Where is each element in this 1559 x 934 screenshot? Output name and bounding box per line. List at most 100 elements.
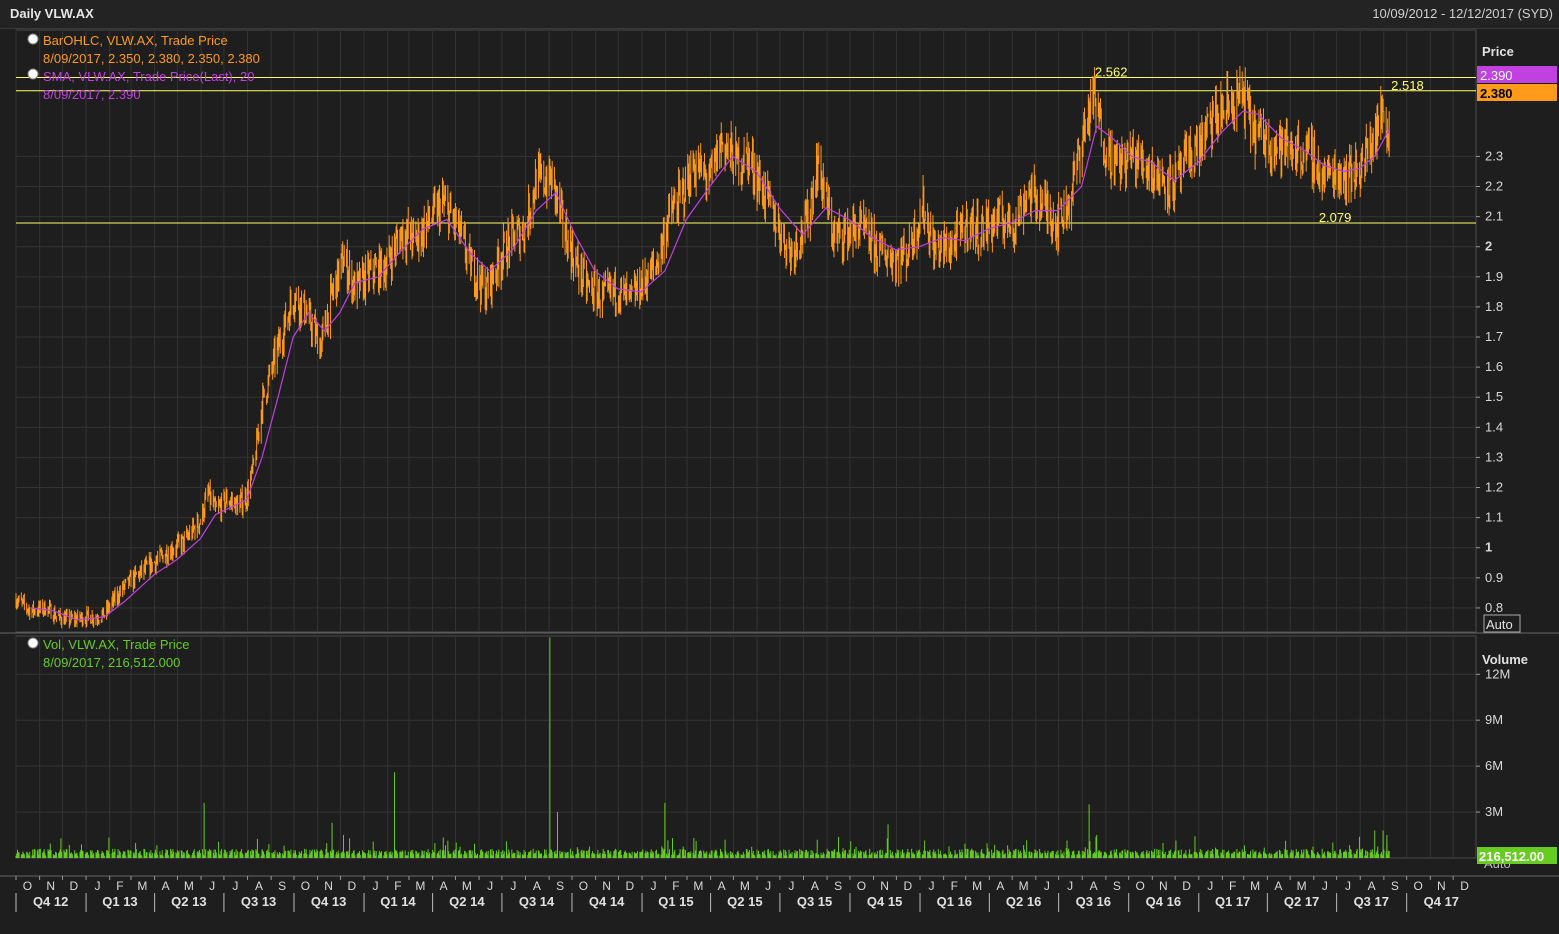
month-label: F — [951, 879, 958, 893]
volume-panel-frame — [15, 635, 1477, 859]
month-label: M — [1250, 879, 1260, 893]
month-label: S — [834, 879, 842, 893]
month-label: M — [693, 879, 703, 893]
quarter-label: Q2 13 — [171, 894, 206, 909]
price-tick-label: 1.4 — [1485, 419, 1503, 434]
sma-legend-title: SMA, VLW.AX, Trade Price(Last), 20 — [43, 69, 254, 84]
quarter-label: Q2 17 — [1284, 894, 1319, 909]
quarter-label: Q3 15 — [797, 894, 832, 909]
volume-tick-label: 9M — [1485, 712, 1503, 727]
ohlc-legend-title: BarOHLC, VLW.AX, Trade Price — [43, 33, 228, 48]
month-label: J — [510, 879, 516, 893]
month-label: A — [718, 879, 726, 893]
price-tick-label: 1.3 — [1485, 449, 1503, 464]
quarter-label: Q2 16 — [1006, 894, 1041, 909]
month-label: N — [1437, 879, 1446, 893]
month-label: J — [487, 879, 493, 893]
month-label: S — [278, 879, 286, 893]
month-label: A — [996, 879, 1004, 893]
price-tick-label: 1 — [1485, 540, 1492, 555]
quarter-label: Q3 16 — [1076, 894, 1111, 909]
volume-last-tag-text: 216,512.00 — [1479, 849, 1544, 864]
quarter-label: Q1 13 — [102, 894, 137, 909]
month-label: J — [650, 879, 656, 893]
month-label: J — [1322, 879, 1328, 893]
price-volume-chart[interactable]: 2.562 2.518 2.079 0.8 0.9 1 1.1 1.2 1.3 1.4 1.5 1.… — [0, 0, 1559, 934]
month-label: A — [1274, 879, 1282, 893]
volume-legend[interactable]: Vol, VLW.AX, Trade Price 8/09/2017, 216,… — [27, 637, 189, 670]
volume-tick-label: 12M — [1485, 666, 1510, 681]
volume-legend-title: Vol, VLW.AX, Trade Price — [43, 637, 189, 652]
month-label: J — [1044, 879, 1050, 893]
quarter-label: Q4 16 — [1146, 894, 1181, 909]
month-label: N — [1159, 879, 1168, 893]
month-label: N — [602, 879, 611, 893]
month-label: F — [1229, 879, 1236, 893]
volume-legend-values: 8/09/2017, 216,512.000 — [43, 655, 180, 670]
price-tick-label: 2.3 — [1485, 148, 1503, 163]
month-label: A — [533, 879, 541, 893]
volume-tick-label: 6M — [1485, 758, 1503, 773]
quarter-label: Q3 14 — [519, 894, 555, 909]
volume-tick-label: 3M — [1485, 804, 1503, 819]
quarter-label: Q2 14 — [449, 894, 485, 909]
month-label: S — [1113, 879, 1121, 893]
month-label: F — [394, 879, 401, 893]
volume-bars — [15, 637, 1390, 858]
month-label: O — [1135, 879, 1144, 893]
legend-toggle-icon[interactable] — [27, 33, 39, 45]
quarter-label: Q1 15 — [658, 894, 693, 909]
quarter-label: Q3 13 — [241, 894, 276, 909]
price-tick-label: 2.2 — [1485, 179, 1503, 194]
last-price-tag-text: 2.380 — [1480, 86, 1513, 101]
sma-legend-values: 8/09/2017, 2.390 — [43, 87, 141, 102]
reference-line-label: 2.562 — [1095, 65, 1128, 80]
month-label: M — [137, 879, 147, 893]
price-tick-label: 1.8 — [1485, 299, 1503, 314]
price-tick-label: 1.9 — [1485, 269, 1503, 284]
month-label: D — [904, 879, 913, 893]
month-label: M — [1019, 879, 1029, 893]
month-label: M — [972, 879, 982, 893]
month-label: N — [46, 879, 55, 893]
sma-path — [30, 110, 1390, 621]
month-label: O — [23, 879, 32, 893]
ohlc-legend-values: 8/09/2017, 2.350, 2.380, 2.350, 2.380 — [43, 51, 260, 66]
price-axis-label: Price — [1482, 44, 1514, 59]
month-label: J — [1207, 879, 1213, 893]
legend-toggle-icon[interactable] — [27, 68, 39, 80]
price-tick-label: 1.7 — [1485, 329, 1503, 344]
month-label: A — [1090, 879, 1098, 893]
quarter-label: Q4 17 — [1424, 894, 1459, 909]
month-label: D — [1460, 879, 1469, 893]
month-label: J — [209, 879, 215, 893]
reference-line-label: 2.518 — [1391, 78, 1424, 93]
price-tick-label: 2.1 — [1485, 209, 1503, 224]
month-label: O — [301, 879, 310, 893]
grid — [0, 29, 1559, 877]
month-label: J — [1345, 879, 1351, 893]
price-bars — [15, 66, 1390, 629]
quarter-label: Q1 17 — [1215, 894, 1250, 909]
quarter-label: Q4 14 — [589, 894, 625, 909]
price-tick-label: 1.2 — [1485, 480, 1503, 495]
price-tick-label: 1.6 — [1485, 359, 1503, 374]
month-label: S — [1391, 879, 1399, 893]
month-label: S — [556, 879, 564, 893]
month-label: O — [1413, 879, 1422, 893]
month-label: D — [70, 879, 79, 893]
horizontal-lines[interactable]: 2.562 2.518 2.079 — [16, 65, 1476, 225]
month-label: D — [348, 879, 357, 893]
reference-line-label: 2.079 — [1319, 210, 1352, 225]
month-label: F — [116, 879, 123, 893]
month-label: F — [672, 879, 679, 893]
price-tick-label: 1.1 — [1485, 510, 1503, 525]
month-label: J — [232, 879, 238, 893]
price-auto-label: Auto — [1486, 617, 1513, 632]
legend-toggle-icon[interactable] — [27, 637, 39, 649]
month-label: J — [765, 879, 771, 893]
month-label: J — [372, 879, 378, 893]
month-label: A — [162, 879, 170, 893]
month-label: D — [626, 879, 635, 893]
month-label: M — [1297, 879, 1307, 893]
